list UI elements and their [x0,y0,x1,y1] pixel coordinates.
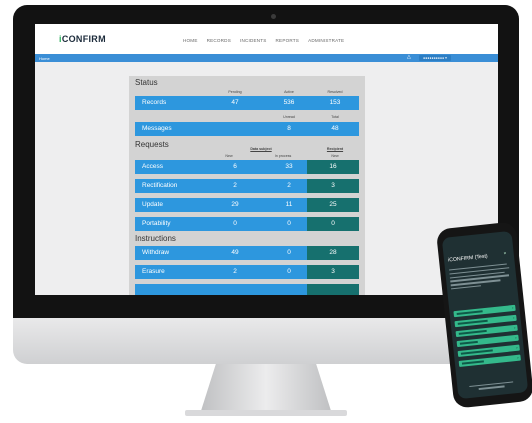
main-nav: HOME RECORDS INCIDENTS REPORTS ADMINISTR… [183,38,344,43]
chevron-right-icon: › [516,354,519,360]
user-menu-button[interactable]: ●●●●●●●●●● ▾ [419,55,451,61]
request-update-row[interactable]: Update 29 11 25 [135,198,359,212]
chevron-right-icon: › [511,305,514,311]
phone-intro-text [449,263,513,293]
bell-icon[interactable]: △ [407,54,411,60]
chevron-right-icon: › [515,344,518,350]
phone-device: iCONFIRM (Test) × › › › › › › [435,221,532,409]
phone-title: iCONFIRM (Test) [447,253,488,264]
col-recipient-new: New [331,154,339,158]
requests-title: Requests [135,140,169,149]
status-messages-row[interactable]: Messages 8 48 [135,122,359,136]
col-total: Total [331,115,339,119]
chevron-right-icon: › [513,324,516,331]
nav-home[interactable]: HOME [183,38,198,43]
phone-screen: iCONFIRM (Test) × › › › › › › [441,230,529,400]
col-new: New [225,154,233,158]
imac-stand-base [185,410,347,416]
imac-chin [13,318,519,364]
top-navbar: iCONFIRM HOME RECORDS INCIDENTS REPORTS … [35,24,498,54]
breadcrumb-bar: Home △ ●●●●●●●●●● ▾ [35,54,498,62]
nav-incidents[interactable]: INCIDENTS [240,38,267,43]
phone-footer [469,381,516,394]
desktop-screen: iCONFIRM HOME RECORDS INCIDENTS REPORTS … [35,24,498,295]
chevron-right-icon: › [514,334,517,340]
group-recipient: Recipient [326,147,344,151]
group-data-subject: Data subject [250,147,272,151]
instruction-withdraw-row[interactable]: Withdraw 49 0 28 [135,246,359,260]
col-unread: Unread [283,115,295,119]
status-title: Status [135,78,158,87]
request-access-row[interactable]: Access 6 33 16 [135,160,359,174]
breadcrumb-home[interactable]: Home [39,56,50,61]
nav-reports[interactable]: REPORTS [276,38,300,43]
request-portability-row[interactable]: Portability 0 0 0 [135,217,359,231]
instruction-next-row[interactable] [135,284,359,295]
chevron-right-icon: › [512,314,515,321]
app-logo[interactable]: iCONFIRM [59,34,106,44]
close-icon[interactable]: × [503,250,506,255]
col-in-process: In process [274,154,292,158]
col-pending: Pending [228,90,242,94]
recipient-cell [307,284,359,295]
nav-records[interactable]: RECORDS [207,38,231,43]
dashboard-panel: Status Pending Active Resolved Records 4… [129,76,365,295]
imac-stand [200,364,332,414]
request-rectification-row[interactable]: Rectification 2 2 3 [135,179,359,193]
col-active: Active [284,90,294,94]
col-resolved: Resolved [327,90,343,94]
camera [271,14,276,19]
nav-administrate[interactable]: ADMINISTRATE [308,38,344,43]
status-records-row[interactable]: Records 47 536 153 [135,96,359,110]
phone-menu-button[interactable]: › [458,354,521,367]
instructions-title: Instructions [135,234,176,243]
instruction-erasure-row[interactable]: Erasure 2 0 3 [135,265,359,279]
